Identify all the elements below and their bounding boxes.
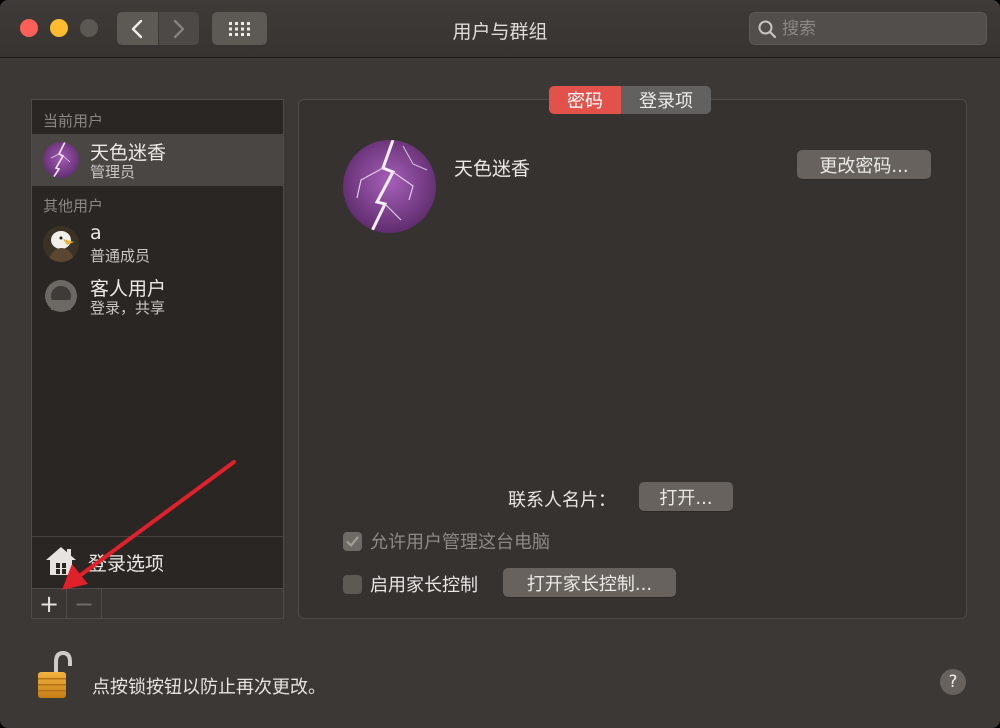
house-icon — [46, 547, 76, 575]
show-all-button[interactable] — [212, 12, 267, 45]
parental-controls-checkbox[interactable] — [343, 574, 362, 594]
other-users-label: 其他用户 — [43, 197, 104, 215]
titlebar: 用户与群组 — [0, 0, 1000, 58]
user-list-sidebar: 当前用户 天色迷香 管理员 其他用户 a 普通成员 客人用户 登录，共享 登录选… — [31, 99, 284, 619]
search-icon — [758, 20, 776, 38]
login-options-row[interactable]: 登录选项 — [32, 536, 283, 588]
allow-admin-row: 允许用户管理这台电脑 — [343, 528, 550, 554]
search-field[interactable] — [749, 12, 987, 45]
remove-user-button[interactable]: − — [67, 589, 102, 618]
help-button[interactable]: ? — [940, 669, 966, 695]
tab-login-items[interactable]: 登录项 — [621, 86, 711, 114]
back-button[interactable] — [117, 12, 158, 45]
user-role: 登录，共享 — [90, 299, 166, 317]
open-contacts-button[interactable]: 打开... — [639, 482, 733, 511]
selected-user-name: 天色迷香 — [454, 158, 531, 180]
checkmark-icon — [346, 535, 359, 547]
lightning-avatar-large-icon[interactable] — [343, 140, 436, 233]
tab-password[interactable]: 密码 — [549, 86, 621, 114]
change-password-button[interactable]: 更改密码... — [797, 150, 931, 179]
user-row-guest[interactable]: 客人用户 登录，共享 — [32, 270, 283, 322]
user-role: 普通成员 — [90, 247, 151, 265]
padlock-open-icon[interactable] — [34, 650, 76, 700]
user-row-a[interactable]: a 普通成员 — [32, 218, 283, 270]
add-user-button[interactable]: + — [32, 589, 67, 618]
close-window-button[interactable] — [20, 19, 38, 37]
open-parental-controls-button[interactable]: 打开家长控制... — [503, 568, 676, 597]
guest-user-icon — [43, 278, 79, 314]
lock-hint-text: 点按锁按钮以防止再次更改。 — [92, 677, 326, 698]
user-name: a — [90, 222, 102, 244]
user-row-current[interactable]: 天色迷香 管理员 — [32, 134, 283, 186]
grid-icon — [228, 21, 250, 36]
search-input[interactable] — [782, 18, 972, 39]
eagle-avatar-icon — [43, 226, 79, 262]
tab-bar: 密码 登录项 — [549, 86, 711, 114]
current-users-label: 当前用户 — [43, 112, 104, 130]
allow-admin-checkbox[interactable] — [343, 531, 362, 551]
window: 用户与群组 当前用户 — [0, 0, 1000, 728]
allow-admin-label: 允许用户管理这台电脑 — [370, 532, 550, 553]
login-options-label: 登录选项 — [88, 553, 165, 575]
contacts-card-label: 联系人名片： — [508, 490, 616, 511]
zoom-window-button[interactable] — [80, 19, 98, 37]
nav-buttons — [117, 12, 199, 45]
parental-controls-row: 启用家长控制 — [343, 571, 478, 597]
user-role: 管理员 — [90, 163, 136, 181]
parental-controls-label: 启用家长控制 — [370, 575, 478, 596]
window-title: 用户与群组 — [452, 21, 548, 43]
lightning-avatar-icon — [43, 142, 79, 178]
chevron-left-icon — [132, 19, 143, 38]
forward-button[interactable] — [158, 12, 199, 45]
minimize-window-button[interactable] — [50, 19, 68, 37]
sidebar-toolbar: + − — [32, 588, 283, 618]
chevron-right-icon — [173, 19, 184, 38]
